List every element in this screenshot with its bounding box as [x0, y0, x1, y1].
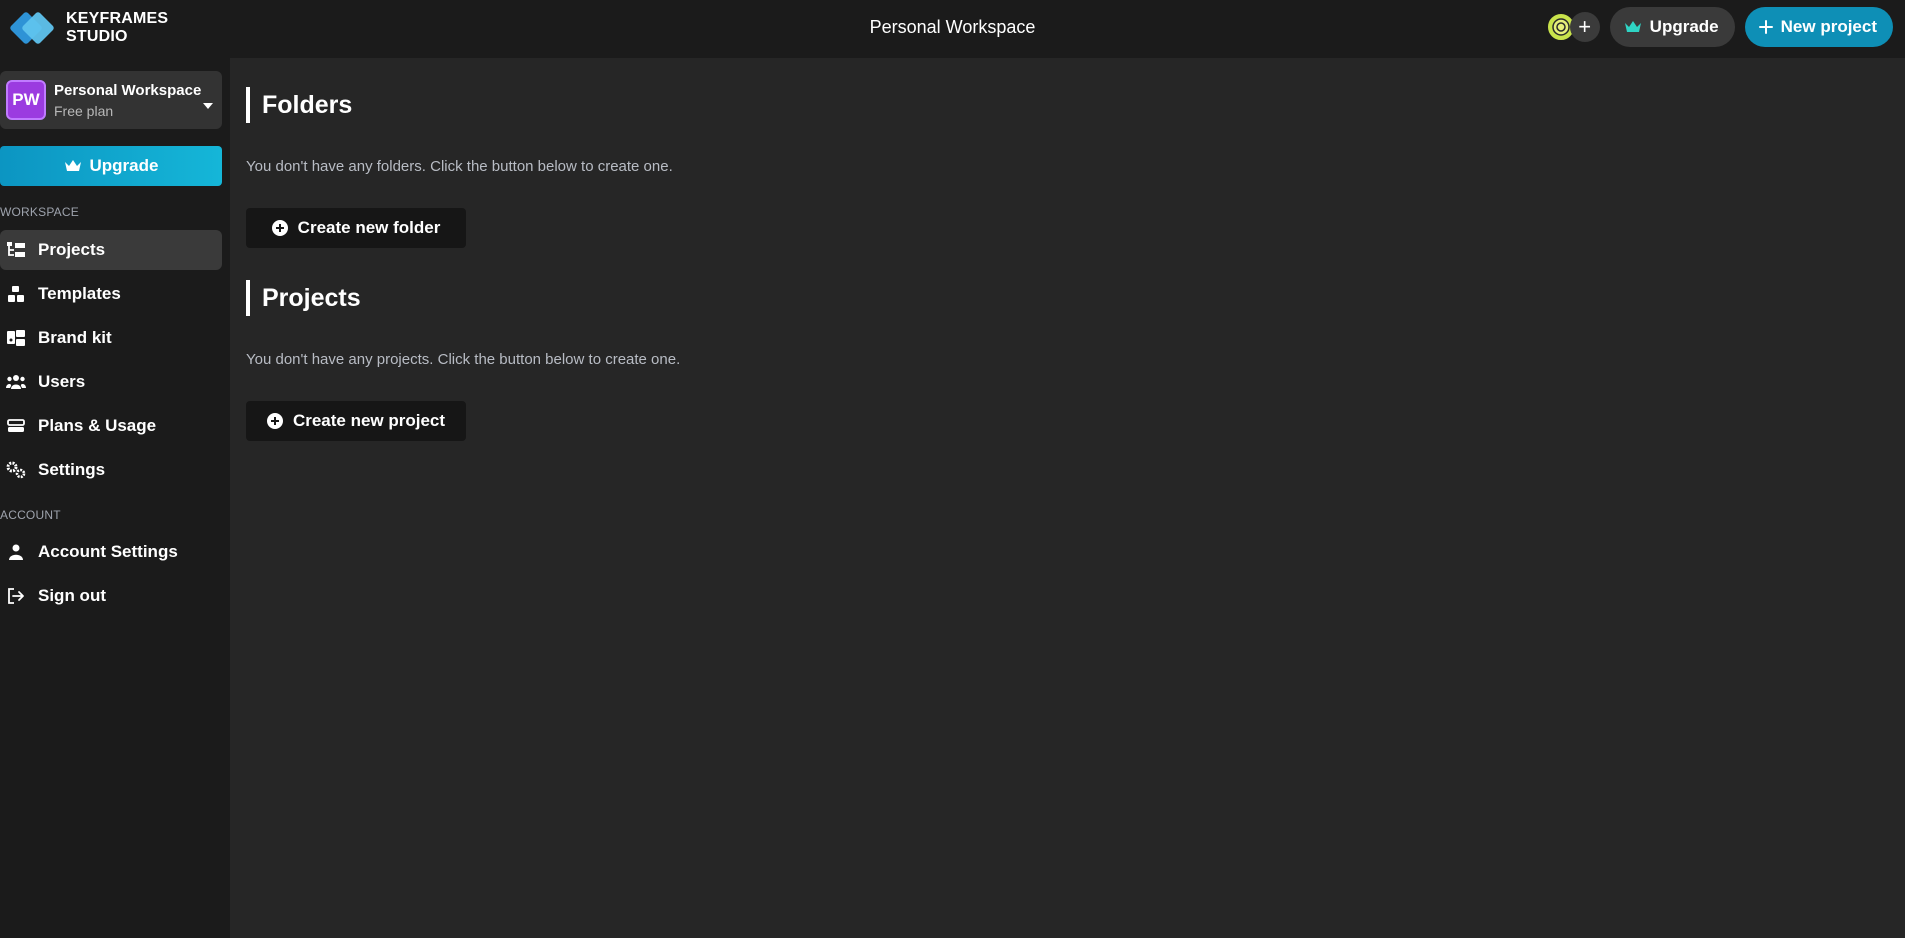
crown-icon: [64, 160, 81, 171]
sidebar-item-label: Sign out: [38, 586, 106, 605]
workspace-switcher[interactable]: PW Personal Workspace Free plan: [0, 71, 222, 129]
create-project-button[interactable]: Create new project: [246, 401, 466, 441]
sidebar-item-label: Settings: [38, 460, 106, 479]
sidebar-item-users[interactable]: Users: [0, 362, 222, 402]
logo-line-2: STUDIO: [66, 28, 128, 45]
folder-tree-icon: [6, 240, 26, 260]
workspace-name: Personal Workspace: [54, 81, 202, 99]
sidebar-item-templates[interactable]: Templates: [0, 274, 222, 314]
templates-icon: [6, 284, 26, 304]
plus-circle-icon: [271, 220, 288, 236]
sidebar-item-plans-usage[interactable]: Plans & Usage: [0, 406, 222, 446]
plus-circle-icon: [266, 413, 283, 429]
main-content: Folders You don't have any folders. Clic…: [230, 58, 1905, 938]
new-project-label: New project: [1780, 17, 1877, 36]
caret-down-icon: [202, 97, 214, 115]
sidebar-item-sign-out[interactable]: Sign out: [0, 576, 222, 616]
user-icon: [6, 542, 26, 562]
sidebar-item-settings[interactable]: Settings: [0, 450, 222, 490]
plus-icon: [1758, 20, 1773, 34]
sidebar-item-brand-kit[interactable]: Brand kit: [0, 318, 222, 358]
projects-heading: Projects: [246, 280, 361, 316]
workspace-section-label: WORKSPACE: [0, 205, 79, 219]
sidebar-item-label: Brand kit: [38, 328, 112, 347]
sidebar-item-label: Projects: [38, 240, 106, 259]
app-logo[interactable]: KEYFRAMES STUDIO: [8, 8, 168, 48]
create-project-label: Create new project: [292, 411, 446, 430]
folders-heading: Folders: [246, 87, 352, 123]
sidebar-item-label: Plans & Usage: [38, 416, 157, 435]
logo-line-1: KEYFRAMES: [66, 10, 169, 27]
member-avatars: +: [1545, 12, 1600, 42]
keyframes-logo-icon: [8, 8, 56, 48]
sign-out-icon: [6, 586, 26, 606]
top-bar: KEYFRAMES STUDIO Personal Workspace + Up…: [0, 0, 1905, 58]
create-folder-label: Create new folder: [297, 218, 441, 237]
sidebar-item-label: Users: [38, 372, 86, 391]
workspace-info: Personal Workspace Free plan: [54, 82, 201, 119]
sidebar-item-account-settings[interactable]: Account Settings: [0, 532, 222, 572]
sidebar-item-label: Templates: [38, 284, 121, 303]
users-icon: [6, 372, 26, 392]
add-member-button[interactable]: +: [1569, 12, 1600, 42]
projects-empty-message: You don't have any projects. Click the b…: [246, 351, 681, 368]
sidebar: PW Personal Workspace Free plan Upgrade …: [0, 58, 230, 938]
upgrade-button-header[interactable]: Upgrade: [1609, 7, 1735, 47]
avatar-image-icon: [1551, 18, 1570, 36]
top-actions: + Upgrade New project: [1545, 7, 1893, 47]
gears-icon: [6, 460, 26, 480]
workspace-badge: PW: [6, 80, 46, 120]
new-project-button[interactable]: New project: [1744, 7, 1893, 47]
workspace-plan: Free plan: [54, 102, 114, 119]
sidebar-upgrade-label: Upgrade: [89, 156, 159, 175]
folders-empty-message: You don't have any folders. Click the bu…: [246, 158, 673, 175]
upgrade-label: Upgrade: [1649, 17, 1719, 36]
sidebar-item-label: Account Settings: [38, 542, 178, 561]
plans-icon: [6, 416, 26, 436]
upgrade-button-sidebar[interactable]: Upgrade: [0, 146, 222, 186]
sidebar-item-projects[interactable]: Projects: [0, 230, 222, 270]
logo-text: KEYFRAMES STUDIO: [66, 10, 168, 46]
brand-kit-icon: [6, 328, 26, 348]
crown-icon: [1624, 21, 1641, 32]
account-section-label: ACCOUNT: [0, 508, 61, 522]
create-folder-button[interactable]: Create new folder: [246, 208, 466, 248]
